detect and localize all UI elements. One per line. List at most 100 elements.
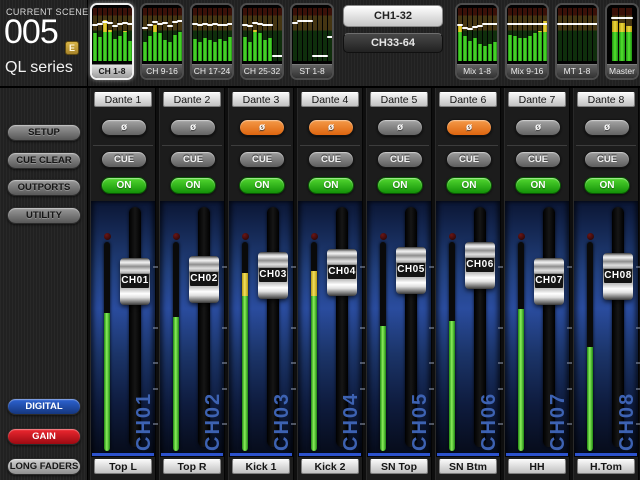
scene-number[interactable]: 005	[4, 13, 58, 52]
cue-button[interactable]: CUE	[446, 151, 492, 168]
meter-column	[313, 8, 317, 61]
meter-column	[248, 8, 252, 61]
fader-position-mark	[592, 23, 598, 25]
meter-block-ch-1-8[interactable]: CH 1-8	[90, 3, 134, 80]
digital-button[interactable]: DIGITAL	[7, 398, 81, 415]
meter-column	[273, 8, 277, 61]
cue-button[interactable]: CUE	[377, 151, 423, 168]
long-faders-button[interactable]: LONG FADERS	[7, 458, 81, 475]
meter-column	[583, 8, 587, 61]
strip-accent-line	[230, 453, 292, 456]
meter-block-mix-1-8[interactable]: Mix 1-8	[455, 3, 499, 80]
cue-button[interactable]: CUE	[515, 151, 561, 168]
meter-block-master[interactable]: Master	[605, 3, 639, 80]
on-button[interactable]: ON	[515, 177, 561, 194]
utility-button[interactable]: UTILITY	[7, 207, 81, 224]
strip-divider	[438, 145, 498, 146]
level-meter	[379, 233, 387, 451]
phase-button[interactable]: ø	[101, 119, 147, 136]
on-button[interactable]: ON	[308, 177, 354, 194]
meter-block-st-1-8[interactable]: ST 1-8	[290, 3, 334, 80]
gain-button[interactable]: GAIN	[7, 428, 81, 445]
channel-name-label[interactable]: Top L	[94, 459, 152, 474]
channel-name-label[interactable]: Kick 1	[232, 459, 290, 474]
setup-button[interactable]: SETUP	[7, 124, 81, 141]
phase-button[interactable]: ø	[308, 119, 354, 136]
cue-clear-button[interactable]: CUE CLEAR	[7, 152, 81, 169]
layer-button-ch1-32[interactable]: CH1-32	[343, 5, 443, 27]
channel-port-label[interactable]: Dante 6	[439, 92, 497, 107]
meter-block-mix-9-16[interactable]: Mix 9-16	[505, 3, 549, 80]
channel-port-label[interactable]: Dante 1	[94, 92, 152, 107]
fader-cap-label: CH04	[328, 265, 356, 279]
fader-scale-tick	[636, 266, 640, 268]
meter-block-ch-25-32[interactable]: CH 25-32	[240, 3, 284, 80]
cue-button[interactable]: CUE	[101, 151, 147, 168]
output-meter-blocks: Mix 1-8Mix 9-16MT 1-8Master	[455, 3, 639, 80]
on-button[interactable]: ON	[170, 177, 216, 194]
meter-block-ch-9-16[interactable]: CH 9-16	[140, 3, 184, 80]
phase-button[interactable]: ø	[584, 119, 630, 136]
meter-columns	[142, 5, 182, 64]
channel-name-label[interactable]: Kick 2	[301, 459, 359, 474]
fader-cap[interactable]: CH02	[189, 256, 219, 303]
meter-columns	[457, 5, 497, 64]
fader-cap[interactable]: CH05	[396, 247, 426, 294]
channel-id-text: CH03	[271, 301, 294, 451]
meter-column	[98, 8, 102, 61]
meter-block-label: CH 1-8	[92, 64, 132, 78]
channel-port-label[interactable]: Dante 4	[301, 92, 359, 107]
channel-port-label[interactable]: Dante 7	[508, 92, 566, 107]
phase-button[interactable]: ø	[446, 119, 492, 136]
phase-button[interactable]: ø	[239, 119, 285, 136]
on-button[interactable]: ON	[446, 177, 492, 194]
fader-cap[interactable]: CH04	[327, 249, 357, 296]
fader-cap[interactable]: CH03	[258, 252, 288, 299]
fader-scale-tick	[429, 266, 434, 268]
meter-column	[538, 8, 542, 61]
on-button[interactable]: ON	[239, 177, 285, 194]
fader-cap[interactable]: CH01	[120, 258, 150, 305]
phase-button[interactable]: ø	[515, 119, 561, 136]
channel-id-text: CH04	[340, 301, 363, 451]
cue-button[interactable]: CUE	[308, 151, 354, 168]
cue-button[interactable]: CUE	[170, 151, 216, 168]
meter-column	[208, 8, 212, 61]
fader-cap-label: CH05	[397, 263, 425, 277]
cue-button[interactable]: CUE	[584, 151, 630, 168]
on-button[interactable]: ON	[584, 177, 630, 194]
channel-port-label[interactable]: Dante 3	[232, 92, 290, 107]
meter-block-mt-1-8[interactable]: MT 1-8	[555, 3, 599, 80]
meter-column	[612, 8, 618, 61]
phase-button[interactable]: ø	[377, 119, 423, 136]
fader-cap[interactable]: CH06	[465, 242, 495, 289]
on-button[interactable]: ON	[377, 177, 423, 194]
channel-name-label[interactable]: SN Top	[370, 459, 428, 474]
fader-scale-tick	[291, 266, 296, 268]
layer-button-ch33-64[interactable]: CH33-64	[343, 33, 443, 53]
meter-column	[258, 8, 262, 61]
fader-cap[interactable]: CH08	[603, 253, 633, 300]
meter-column	[298, 8, 302, 61]
on-button[interactable]: ON	[101, 177, 147, 194]
fader-cap[interactable]: CH07	[534, 258, 564, 305]
meter-column	[528, 8, 532, 61]
fader-position-mark	[327, 36, 333, 38]
meter-block-ch-17-24[interactable]: CH 17-24	[190, 3, 234, 80]
phase-button[interactable]: ø	[170, 119, 216, 136]
meter-fill-green	[449, 321, 455, 451]
channel-name-label[interactable]: HH	[508, 459, 566, 474]
channel-port-label[interactable]: Dante 2	[163, 92, 221, 107]
meter-column	[193, 8, 197, 61]
channel-port-label[interactable]: Dante 5	[370, 92, 428, 107]
channel-name-label[interactable]: H.Tom	[577, 459, 635, 474]
meter-fill-green	[587, 347, 593, 452]
strip-accent-line	[437, 453, 499, 456]
channel-name-label[interactable]: Top R	[163, 459, 221, 474]
channel-name-label[interactable]: SN Btm	[439, 459, 497, 474]
strip-divider	[300, 145, 360, 146]
outports-button[interactable]: OUTPORTS	[7, 179, 81, 196]
meter-track	[587, 242, 593, 451]
cue-button[interactable]: CUE	[239, 151, 285, 168]
channel-port-label[interactable]: Dante 8	[577, 92, 635, 107]
